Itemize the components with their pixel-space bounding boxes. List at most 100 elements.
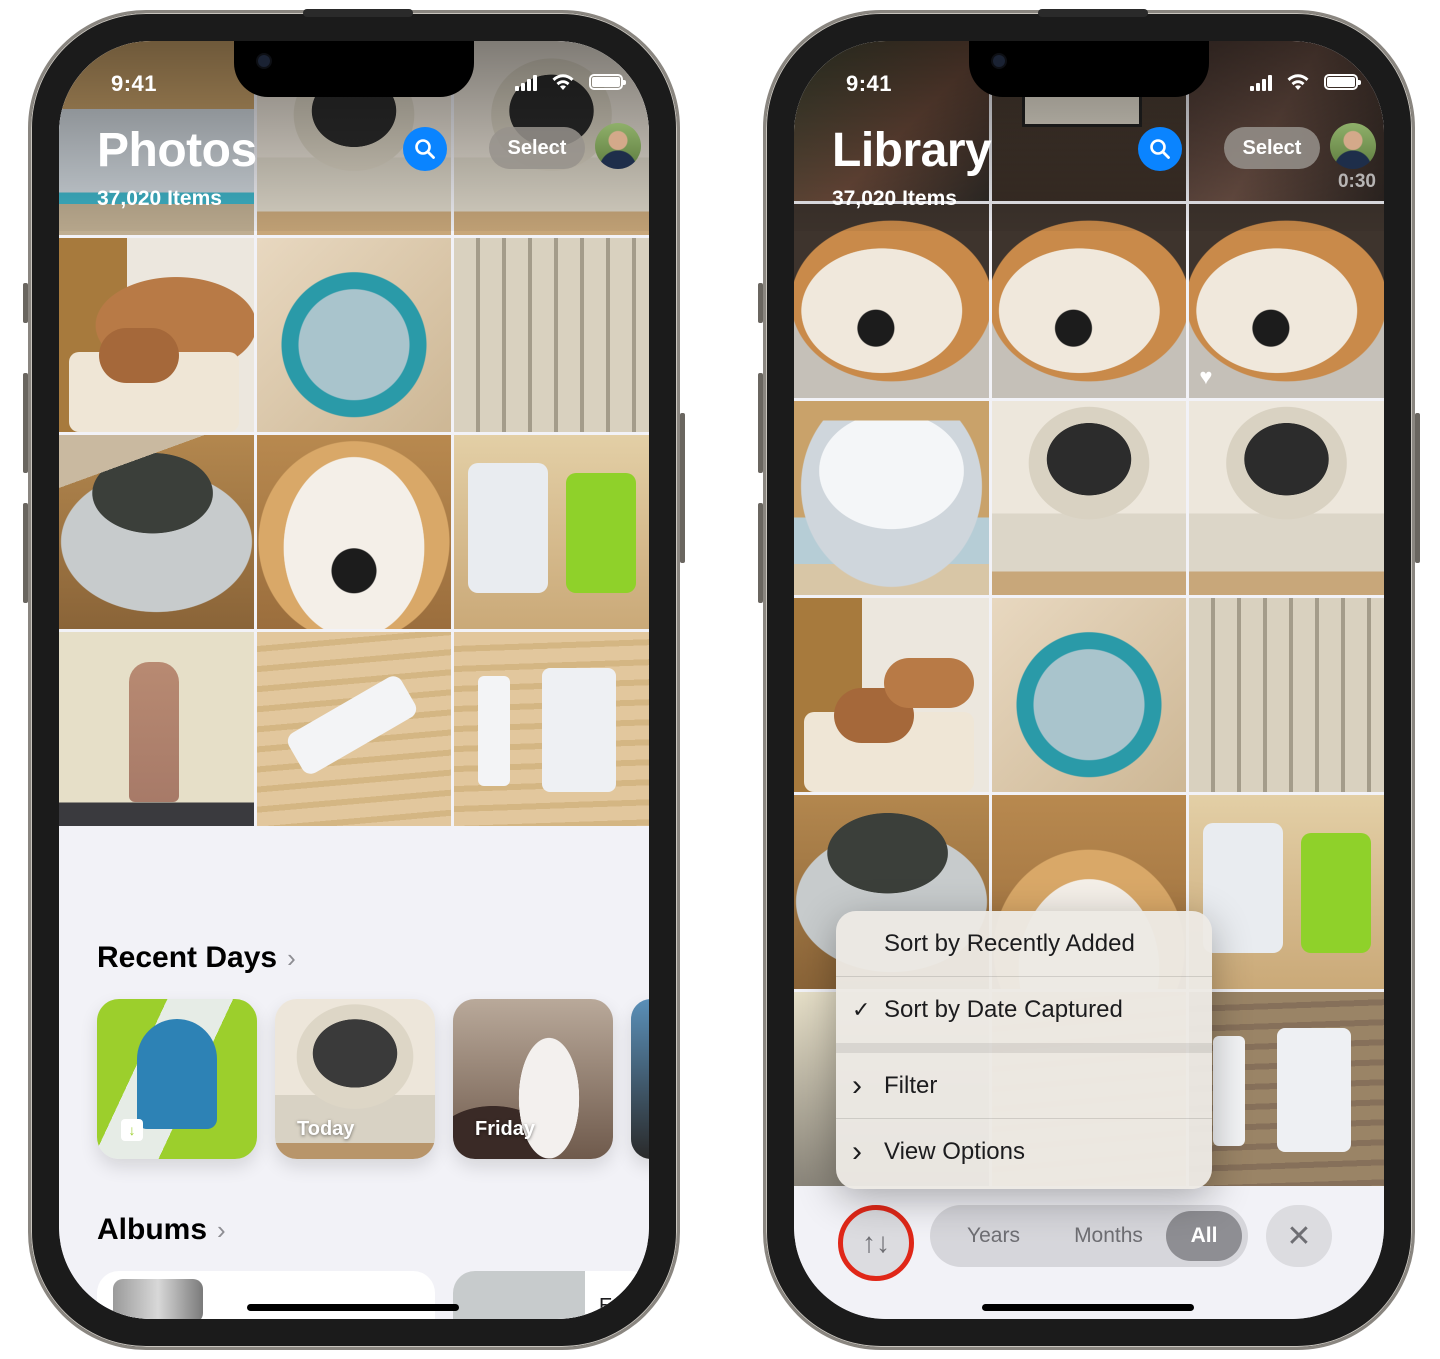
volume-up-button — [758, 373, 763, 473]
sort-button[interactable]: ↑↓ — [838, 1205, 914, 1281]
album-card[interactable]: Vision Pro — [97, 1271, 435, 1319]
segment-all[interactable]: All — [1166, 1211, 1242, 1261]
import-icon: ↓ — [121, 1119, 143, 1141]
favorite-heart-icon: ♥ — [1199, 364, 1213, 389]
bottom-toolbar: ↑↓ Years Months All ✕ — [794, 1189, 1384, 1319]
battery-icon — [1324, 74, 1361, 90]
photos-screen: 9:41 Photos 37,020 Items Select Recent D… — [59, 41, 649, 1319]
recent-day-label: Today — [297, 1118, 355, 1140]
profile-avatar[interactable] — [595, 123, 641, 169]
segment-months[interactable]: Months — [1051, 1224, 1166, 1248]
segment-years[interactable]: Years — [936, 1224, 1051, 1248]
photo-thumbnail[interactable] — [59, 632, 254, 826]
chevron-right-icon: › — [287, 942, 296, 973]
volume-up-button — [23, 373, 28, 473]
recent-day-label: Friday — [475, 1118, 536, 1140]
chevron-right-icon: › — [852, 1135, 862, 1168]
photo-thumbnail[interactable] — [454, 632, 649, 826]
recent-days-header[interactable]: Recent Days › — [97, 941, 296, 975]
dynamic-island — [969, 41, 1209, 97]
checkmark-icon: ✓ — [852, 997, 871, 1022]
search-icon — [1150, 139, 1170, 159]
power-button — [680, 413, 685, 563]
recent-days-carousel: ↓ Today Friday — [97, 999, 649, 1159]
photo-thumbnail[interactable] — [454, 238, 649, 432]
select-button[interactable]: Select — [1224, 127, 1320, 169]
recent-day-card[interactable] — [631, 999, 649, 1159]
menu-item-sort-recently-added[interactable]: Sort by Recently Added — [836, 911, 1212, 977]
time-scale-segmented-control: Years Months All — [930, 1205, 1248, 1267]
sort-filter-menu: Sort by Recently Added ✓ Sort by Date Ca… — [836, 911, 1212, 1189]
item-count: 37,020 Items — [97, 187, 222, 210]
photo-thumbnail[interactable] — [256, 632, 452, 826]
status-time: 9:41 — [846, 71, 893, 96]
menu-item-label: Sort by Recently Added — [884, 929, 1135, 957]
chevron-right-icon: › — [217, 1214, 226, 1245]
close-icon: ✕ — [1286, 1219, 1312, 1253]
recent-day-card[interactable]: Friday — [453, 999, 613, 1159]
photo-thumbnail[interactable] — [991, 598, 1187, 792]
chevron-right-icon: › — [852, 1068, 862, 1102]
recent-day-card[interactable]: Today — [275, 999, 435, 1159]
close-button[interactable]: ✕ — [1266, 1205, 1332, 1267]
library-screen: 9:41 0:30 ♥ Library — [794, 41, 1384, 1319]
search-icon — [415, 139, 435, 159]
menu-item-label: Sort by Date Captured — [884, 996, 1123, 1023]
menu-item-sort-date-captured[interactable]: ✓ Sort by Date Captured — [836, 977, 1212, 1043]
recent-day-card[interactable]: ↓ — [97, 999, 257, 1159]
menu-item-label: View Options — [884, 1138, 1025, 1165]
sort-arrows-icon: ↑↓ — [862, 1227, 890, 1258]
album-card[interactable]: Ex — [453, 1271, 649, 1319]
cellular-signal-icon — [515, 75, 537, 91]
home-indicator[interactable] — [247, 1304, 459, 1311]
photo-thumbnail[interactable] — [256, 435, 452, 629]
photo-thumbnail[interactable] — [1189, 401, 1384, 595]
status-time: 9:41 — [111, 71, 158, 96]
select-button[interactable]: Select — [489, 127, 585, 169]
volume-down-button — [758, 503, 763, 603]
search-button[interactable] — [403, 127, 447, 171]
camera-icon — [993, 55, 1005, 67]
albums-title: Albums — [97, 1213, 208, 1246]
earpiece — [1038, 9, 1148, 17]
wifi-icon — [1287, 74, 1309, 90]
home-indicator[interactable] — [982, 1304, 1194, 1311]
battery-icon — [589, 74, 626, 90]
iphone-left: 9:41 Photos 37,020 Items Select Recent D… — [23, 9, 685, 1350]
page-title: Photos — [97, 124, 257, 177]
wifi-icon — [552, 74, 574, 90]
action-button — [758, 283, 763, 323]
albums-carousel: Vision Pro Ex — [97, 1271, 649, 1319]
cellular-signal-icon — [1250, 75, 1272, 91]
item-count: 37,020 Items — [832, 187, 957, 210]
action-button — [23, 283, 28, 323]
search-button[interactable] — [1138, 127, 1182, 171]
photo-thumbnail[interactable] — [256, 238, 452, 432]
photo-thumbnail[interactable] — [1189, 992, 1384, 1186]
photo-thumbnail[interactable] — [794, 598, 989, 792]
earpiece — [303, 9, 413, 17]
menu-item-label: Filter — [884, 1071, 938, 1099]
menu-item-view-options[interactable]: › View Options — [836, 1119, 1212, 1185]
dynamic-island — [234, 41, 474, 97]
photo-thumbnail[interactable] — [59, 435, 254, 629]
photo-thumbnail[interactable] — [1189, 795, 1384, 989]
profile-avatar[interactable] — [1330, 123, 1376, 169]
photo-thumbnail[interactable] — [1189, 598, 1384, 792]
photo-thumbnail[interactable]: ♥ — [1189, 204, 1384, 398]
photo-thumbnail[interactable] — [794, 401, 989, 595]
photo-thumbnail[interactable] — [991, 401, 1187, 595]
iphone-right: 9:41 0:30 ♥ Library — [758, 9, 1420, 1350]
recent-days-title: Recent Days — [97, 941, 278, 974]
camera-icon — [258, 55, 270, 67]
menu-divider — [836, 1043, 1212, 1053]
power-button — [1415, 413, 1420, 563]
photo-thumbnail[interactable] — [794, 204, 989, 398]
page-title: Library — [832, 124, 992, 177]
photo-thumbnail[interactable] — [59, 238, 254, 432]
photo-thumbnail[interactable] — [991, 204, 1187, 398]
menu-item-filter[interactable]: › Filter — [836, 1053, 1212, 1119]
volume-down-button — [23, 503, 28, 603]
photo-thumbnail[interactable] — [454, 435, 649, 629]
albums-header[interactable]: Albums › — [97, 1213, 226, 1247]
